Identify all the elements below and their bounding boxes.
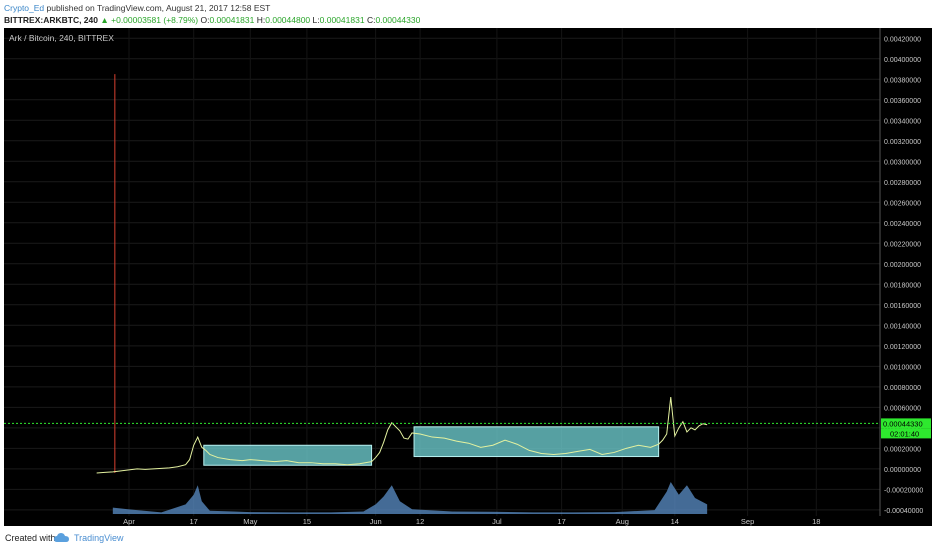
price-tick-label: 0.00200000 [884, 262, 921, 269]
chart-area[interactable]: 0.00420000 0.00400000 0.00380000 0.00360000… [4, 28, 932, 526]
price-chart[interactable]: 0.00420000 0.00400000 0.00380000 0.00360000… [4, 28, 932, 526]
price-tick-label: 0.00360000 [884, 98, 921, 105]
range-box [203, 444, 373, 466]
price-tick-label: 0.00300000 [884, 159, 921, 166]
publish-line: Crypto_Ed published on TradingView.com, … [4, 3, 270, 13]
price-tick-label: 0.00240000 [884, 221, 921, 228]
time-tick-label: Jun [370, 517, 382, 526]
price-tick-label: -0.00020000 [884, 487, 923, 494]
price-tick-label: 0.00280000 [884, 180, 921, 187]
price-tick-label: 0.00120000 [884, 344, 921, 351]
price-change: ▲ +0.00003581 (+8.79%) [100, 15, 199, 25]
time-tick-label: 17 [557, 517, 565, 526]
time-badge: 02:01:40 [881, 428, 931, 439]
time-tick-label: 12 [416, 517, 424, 526]
tradingview-link[interactable]: TradingView [74, 533, 124, 543]
price-badge-value: 0.00044330 [883, 419, 923, 428]
footer: Created with TradingView [0, 526, 932, 550]
price-tick-label: 0.00060000 [884, 405, 921, 412]
price-badge: 0.00044330 [881, 418, 931, 429]
time-tick-label: Sep [741, 517, 754, 526]
ticker-symbol: BITTREX:ARKBTC, 240 [4, 15, 98, 25]
time-tick-label: 15 [303, 517, 311, 526]
time-tick-label: May [243, 517, 257, 526]
price-tick-label: 0.00160000 [884, 303, 921, 310]
low-label: L: [312, 15, 320, 25]
tradingview-cloud-icon [54, 533, 69, 542]
price-tick-label: 0.00400000 [884, 57, 921, 64]
time-tick-label: Jul [492, 517, 502, 526]
price-tick-label: 0.00320000 [884, 139, 921, 146]
time-tick-label: Aug [616, 517, 629, 526]
price-tick-label: 0.00180000 [884, 282, 921, 289]
published-text: published on TradingView.com, August 21,… [46, 3, 271, 13]
price-tick-label: 0.00340000 [884, 118, 921, 125]
time-tick-label: 18 [812, 517, 820, 526]
time-tick-label: 14 [671, 517, 679, 526]
time-badge-value: 02:01:40 [890, 429, 919, 438]
high-label: H: [256, 15, 266, 25]
price-tick-label: 0.00380000 [884, 77, 921, 84]
high-value: 0.00044800 [265, 15, 311, 25]
price-tick-label: 0.00000000 [884, 467, 921, 474]
price-tick-label: 0.00260000 [884, 200, 921, 207]
price-tick-label: 0.00420000 [884, 36, 921, 43]
time-tick-label: 17 [190, 517, 198, 526]
chart-title: Ark / Bitcoin, 240, BITTREX [9, 33, 114, 43]
low-value: 0.00041831 [319, 15, 365, 25]
open-value: 0.00041831 [209, 15, 255, 25]
price-tick-label: 0.00020000 [884, 446, 921, 453]
time-tick-label: Apr [123, 517, 135, 526]
price-tick-label: 0.00080000 [884, 385, 921, 392]
close-value: 0.00044330 [375, 15, 421, 25]
price-tick-label: 0.00140000 [884, 323, 921, 330]
chart-header: Crypto_Ed published on TradingView.com, … [0, 0, 932, 28]
author-link[interactable]: Crypto_Ed [4, 3, 44, 13]
ohlc-line: BITTREX:ARKBTC, 240 ▲ +0.00003581 (+8.79… [4, 15, 420, 25]
created-with-text: Created with [5, 533, 56, 543]
price-tick-label: 0.00220000 [884, 241, 921, 248]
price-tick-label: -0.00040000 [884, 508, 923, 515]
price-tick-label: 0.00100000 [884, 364, 921, 371]
